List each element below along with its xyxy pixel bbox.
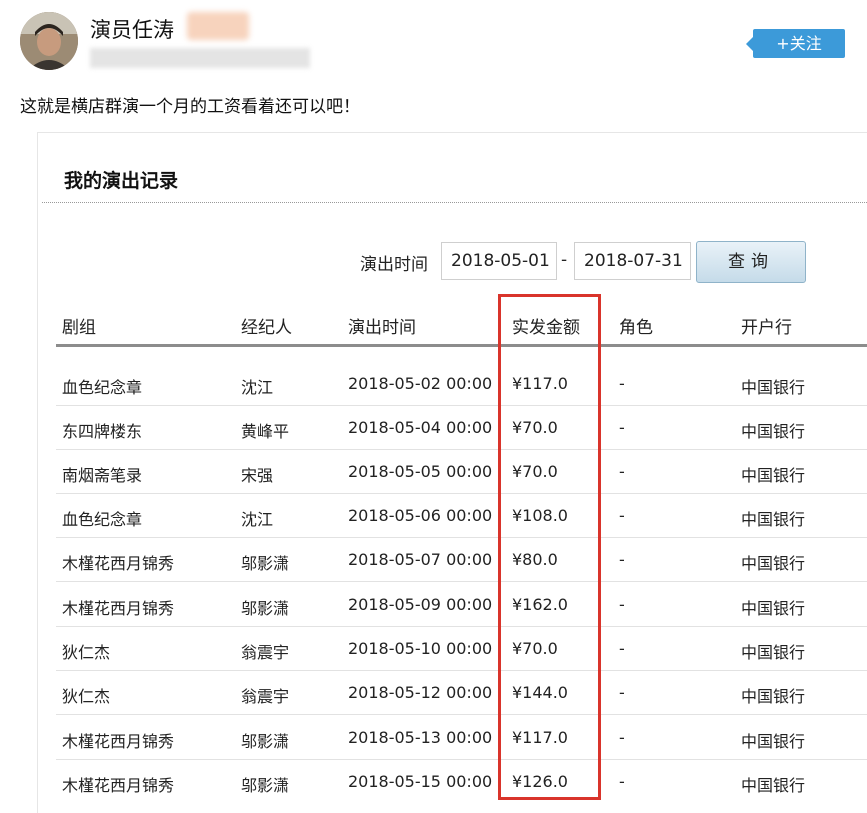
table-row[interactable]: 木槿花西月锦秀 邬影潇 2018-05-15 00:00 ¥126.0 - 中国… — [56, 759, 867, 803]
cell-time: 2018-05-07 00:00 — [348, 550, 493, 569]
cell-bank: 中国银行 — [741, 776, 806, 795]
cell-agent: 邬影潇 — [241, 776, 290, 795]
divider — [42, 202, 867, 203]
table-row[interactable]: 东四牌楼东 黄峰平 2018-05-04 00:00 ¥70.0 - 中国银行 — [56, 405, 867, 450]
cell-role: - — [619, 418, 625, 437]
date-to-input[interactable]: 2018-07-31 — [574, 242, 691, 280]
cell-agent: 邬影潇 — [241, 599, 290, 618]
cell-role: - — [619, 639, 625, 658]
cell-time: 2018-05-05 00:00 — [348, 462, 493, 481]
column-header-time: 演出时间 — [348, 318, 416, 338]
cell-bank: 中国银行 — [741, 687, 806, 706]
cell-crew: 木槿花西月锦秀 — [62, 599, 175, 618]
cell-agent: 宋强 — [241, 466, 274, 485]
column-header-crew: 剧组 — [62, 318, 96, 338]
cell-time: 2018-05-13 00:00 — [348, 728, 493, 747]
cell-crew: 木槿花西月锦秀 — [62, 776, 175, 795]
column-header-role: 角色 — [619, 318, 653, 338]
column-header-amount: 实发金额 — [512, 318, 580, 338]
blurred-badge — [187, 12, 249, 40]
cell-amount: ¥162.0 — [512, 595, 568, 614]
cell-agent: 沈江 — [241, 510, 274, 529]
cell-bank: 中国银行 — [741, 510, 806, 529]
follow-button[interactable]: +关注 — [746, 29, 845, 58]
cell-amount: ¥70.0 — [512, 462, 558, 481]
date-from-input[interactable]: 2018-05-01 — [441, 242, 557, 280]
table-row[interactable]: 血色纪念章 沈江 2018-05-06 00:00 ¥108.0 - 中国银行 — [56, 493, 867, 538]
cell-amount: ¥117.0 — [512, 374, 568, 393]
date-separator: - — [561, 250, 568, 270]
query-button[interactable]: 查询 — [696, 241, 806, 283]
cell-crew: 南烟斋笔录 — [62, 466, 143, 485]
cell-bank: 中国银行 — [741, 466, 806, 485]
author-name[interactable]: 演员任涛 — [90, 14, 174, 44]
cell-role: - — [619, 683, 625, 702]
cell-time: 2018-05-02 00:00 — [348, 374, 493, 393]
cell-agent: 沈江 — [241, 378, 274, 397]
cell-time: 2018-05-09 00:00 — [348, 595, 493, 614]
table-row[interactable]: 血色纪念章 沈江 2018-05-02 00:00 ¥117.0 - 中国银行 — [56, 361, 867, 406]
cell-agent: 黄峰平 — [241, 422, 290, 441]
filter-label: 演出时间 — [360, 255, 428, 275]
table-row[interactable]: 狄仁杰 翁震宇 2018-05-10 00:00 ¥70.0 - 中国银行 — [56, 626, 867, 671]
cell-time: 2018-05-04 00:00 — [348, 418, 493, 437]
cell-crew: 血色纪念章 — [62, 378, 143, 397]
cell-amount: ¥80.0 — [512, 550, 558, 569]
cell-role: - — [619, 550, 625, 569]
table-row[interactable]: 木槿花西月锦秀 邬影潇 2018-05-13 00:00 ¥117.0 - 中国… — [56, 715, 867, 760]
post-text: 这就是横店群演一个月的工资看着还可以吧！ — [20, 97, 360, 117]
cell-agent: 邬影潇 — [241, 732, 290, 751]
cell-bank: 中国银行 — [741, 378, 806, 397]
cell-amount: ¥70.0 — [512, 418, 558, 437]
cell-amount: ¥126.0 — [512, 772, 568, 791]
cell-role: - — [619, 595, 625, 614]
cell-bank: 中国银行 — [741, 599, 806, 618]
cell-crew: 血色纪念章 — [62, 510, 143, 529]
table-row[interactable]: 狄仁杰 翁震宇 2018-05-12 00:00 ¥144.0 - 中国银行 — [56, 670, 867, 715]
cell-agent: 翁震宇 — [241, 643, 290, 662]
avatar[interactable] — [20, 12, 78, 70]
cell-crew: 狄仁杰 — [62, 643, 111, 662]
cell-time: 2018-05-12 00:00 — [348, 683, 493, 702]
cell-bank: 中国银行 — [741, 643, 806, 662]
cell-crew: 木槿花西月锦秀 — [62, 732, 175, 751]
cell-crew: 东四牌楼东 — [62, 422, 143, 441]
cell-role: - — [619, 772, 625, 791]
cell-bank: 中国银行 — [741, 732, 806, 751]
column-header-bank: 开户行 — [741, 318, 792, 338]
table-row[interactable]: 木槿花西月锦秀 邬影潇 2018-05-09 00:00 ¥162.0 - 中国… — [56, 582, 867, 627]
cell-amount: ¥144.0 — [512, 683, 568, 702]
cell-amount: ¥108.0 — [512, 506, 568, 525]
cell-time: 2018-05-06 00:00 — [348, 506, 493, 525]
cell-time: 2018-05-15 00:00 — [348, 772, 493, 791]
cell-crew: 木槿花西月锦秀 — [62, 554, 175, 573]
cell-role: - — [619, 506, 625, 525]
panel-title: 我的演出记录 — [64, 170, 179, 192]
column-header-agent: 经纪人 — [241, 318, 292, 338]
cell-bank: 中国银行 — [741, 422, 806, 441]
cell-role: - — [619, 728, 625, 747]
cell-bank: 中国银行 — [741, 554, 806, 573]
cell-amount: ¥117.0 — [512, 728, 568, 747]
table-row[interactable]: 南烟斋笔录 宋强 2018-05-05 00:00 ¥70.0 - 中国银行 — [56, 449, 867, 494]
cell-amount: ¥70.0 — [512, 639, 558, 658]
blurred-post-meta — [90, 48, 310, 68]
cell-role: - — [619, 462, 625, 481]
cell-agent: 翁震宇 — [241, 687, 290, 706]
cell-time: 2018-05-10 00:00 — [348, 639, 493, 658]
cell-agent: 邬影潇 — [241, 554, 290, 573]
table-row[interactable]: 木槿花西月锦秀 邬影潇 2018-05-07 00:00 ¥80.0 - 中国银… — [56, 537, 867, 582]
cell-role: - — [619, 374, 625, 393]
table-header-rule — [56, 344, 867, 347]
cell-crew: 狄仁杰 — [62, 687, 111, 706]
